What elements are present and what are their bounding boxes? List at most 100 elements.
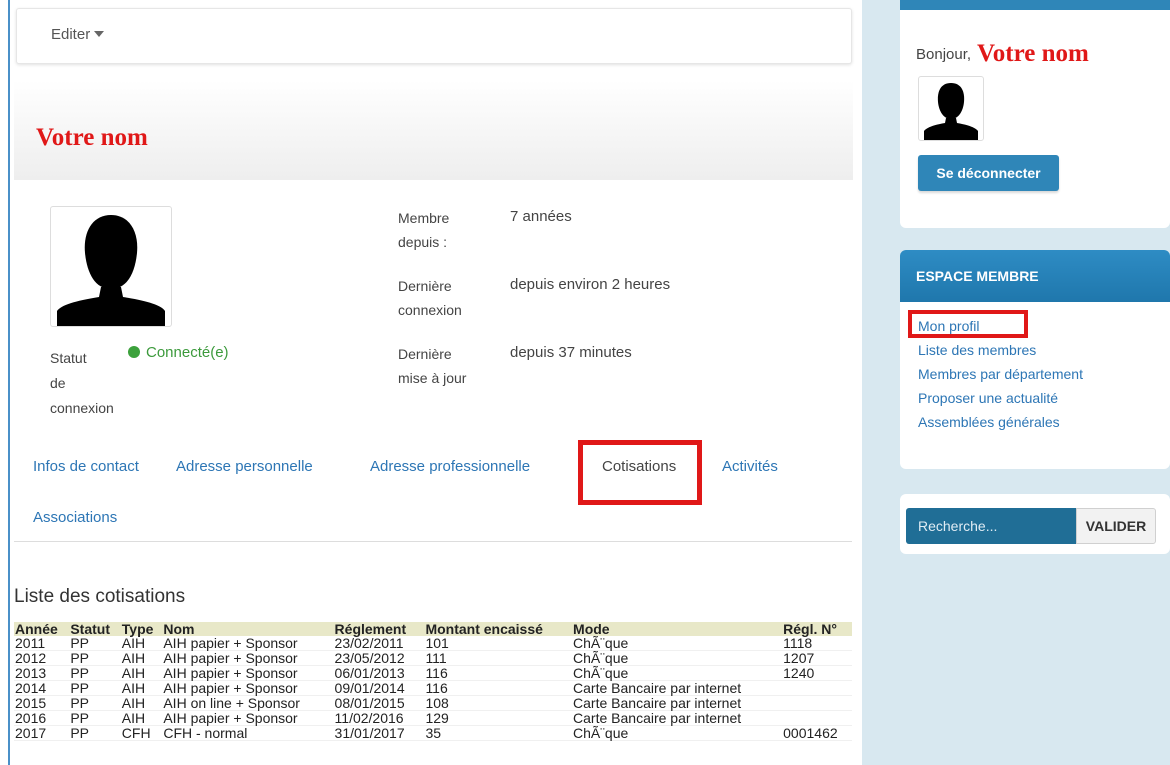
table-cell: 11/02/2016 [333,710,425,726]
table-cell: AIH papier + Sponsor [162,680,334,696]
greeting-user-name: Votre nom [977,40,1089,67]
table-cell: PP [69,680,121,696]
tab-activities[interactable]: Activités [722,458,778,475]
member-space-title: ESPACE MEMBRE [916,268,1039,284]
table-cell: ChÃ¨que [572,665,783,681]
link-my-profile[interactable]: Mon profil [918,318,979,334]
table-cell: 2017 [14,725,70,741]
last-update-value: depuis 37 minutes [510,344,632,361]
table-cell [782,695,852,711]
table-cell: 35 [424,725,573,741]
connection-status-label: Statut de connexion [50,350,114,416]
cotisations-table: Année Statut Type Nom Réglement Montant … [14,622,852,741]
search-submit-button[interactable]: VALIDER [1076,508,1156,544]
tab-personal-address[interactable]: Adresse personnelle [176,458,313,475]
table-cell: AIH [120,665,163,681]
table-cell: PP [69,695,121,711]
link-members-by-department[interactable]: Membres par département [918,366,1083,382]
table-cell [782,710,852,726]
member-space-panel: ESPACE MEMBRE Mon profil Liste des membr… [900,250,1170,469]
tab-contact-info[interactable]: Infos de contact [33,458,139,475]
table-cell: AIH papier + Sponsor [162,710,334,726]
edit-toolbar: Editer [16,8,852,64]
table-cell: 116 [424,680,573,696]
table-row: 2013 PP AIH AIH papier + Sponsor 06/01/2… [14,665,852,681]
column-header: Nom [162,622,334,636]
connection-status: Connecté(e) [128,344,229,361]
user-silhouette-icon [57,215,165,326]
table-cell: 2014 [14,680,70,696]
table-cell: 1118 [782,636,852,651]
table-cell: 08/01/2015 [333,695,425,711]
table-cell: ChÃ¨que [572,636,783,651]
user-panel: Bonjour, Votre nom Se déconnecter [900,0,1170,228]
table-cell: 31/01/2017 [333,725,425,741]
column-header: Statut [69,622,121,636]
sidebar: Bonjour, Votre nom Se déconnecter ESPACE … [862,0,1170,765]
table-cell: 2015 [14,695,70,711]
link-general-assemblies[interactable]: Assemblées générales [918,414,1060,430]
table-cell: AIH [120,636,163,651]
table-cell: AIH papier + Sponsor [162,650,334,666]
tab-associations[interactable]: Associations [33,509,117,526]
avatar [50,206,172,327]
caret-down-icon [94,31,105,37]
table-cell: ChÃ¨que [572,650,783,666]
table-cell: Carte Bancaire par internet [572,710,783,726]
table-row: 2016 PP AIH AIH papier + Sponsor 11/02/2… [14,710,852,726]
table-cell: 2016 [14,710,70,726]
table-cell: 129 [424,710,573,726]
table-cell: Carte Bancaire par internet [572,695,783,711]
table-cell: ChÃ¨que [572,725,783,741]
table-header-row: Année Statut Type Nom Réglement Montant … [14,622,852,636]
table-cell: 101 [424,636,573,651]
tab-professional-address[interactable]: Adresse professionnelle [370,458,530,475]
table-cell: PP [69,710,121,726]
search-panel: VALIDER [900,494,1170,554]
table-row: 2014 PP AIH AIH papier + Sponsor 09/01/2… [14,680,852,696]
main-content: Editer Votre nom Statut de connexion Con… [10,0,862,765]
search-input[interactable] [906,508,1076,544]
table-row: 2011 PP AIH AIH papier + Sponsor 23/02/2… [14,636,852,651]
status-dot-icon [128,346,140,358]
table-row: 2017 PP CFH CFH - normal 31/01/2017 35 C… [14,725,852,741]
column-header: Type [120,622,163,636]
cotisations-title: Liste des cotisations [14,586,186,607]
table-cell: Carte Bancaire par internet [572,680,783,696]
member-space-header: ESPACE MEMBRE [900,250,1170,302]
link-member-list[interactable]: Liste des membres [918,342,1036,358]
table-cell: AIH papier + Sponsor [162,636,334,651]
member-since-value: 7 années [510,208,572,225]
table-cell: CFH [120,725,163,741]
table-row: 2012 PP AIH AIH papier + Sponsor 23/05/2… [14,650,852,666]
last-update-label: Dernière mise à jour [398,346,467,386]
table-cell: AIH [120,695,163,711]
user-panel-accent [900,0,1170,10]
table-cell: 2011 [14,636,70,651]
connection-status-value: Connecté(e) [146,344,229,361]
sidebar-avatar [918,76,984,141]
edit-dropdown-button[interactable]: Editer [51,26,105,43]
table-cell: AIH [120,710,163,726]
table-cell: AIH papier + Sponsor [162,665,334,681]
table-cell: 111 [424,650,573,666]
table-cell: AIH [120,680,163,696]
column-header: Régl. N° [782,622,852,636]
profile-name-header: Votre nom [14,80,853,180]
logout-button[interactable]: Se déconnecter [918,155,1059,191]
tab-highlight-box [578,440,702,505]
table-cell: 23/05/2012 [333,650,425,666]
column-header: Année [14,622,70,636]
table-cell: 09/01/2014 [333,680,425,696]
table-cell: 108 [424,695,573,711]
table-cell: 116 [424,665,573,681]
table-cell: 2012 [14,650,70,666]
table-cell: PP [69,650,121,666]
column-header: Mode [572,622,783,636]
table-cell: 0001462 [782,725,852,741]
link-propose-news[interactable]: Proposer une actualité [918,390,1058,406]
table-cell: CFH - normal [162,725,334,741]
user-silhouette-icon [924,83,978,140]
table-cell: 2013 [14,665,70,681]
table-cell: 1207 [782,650,852,666]
